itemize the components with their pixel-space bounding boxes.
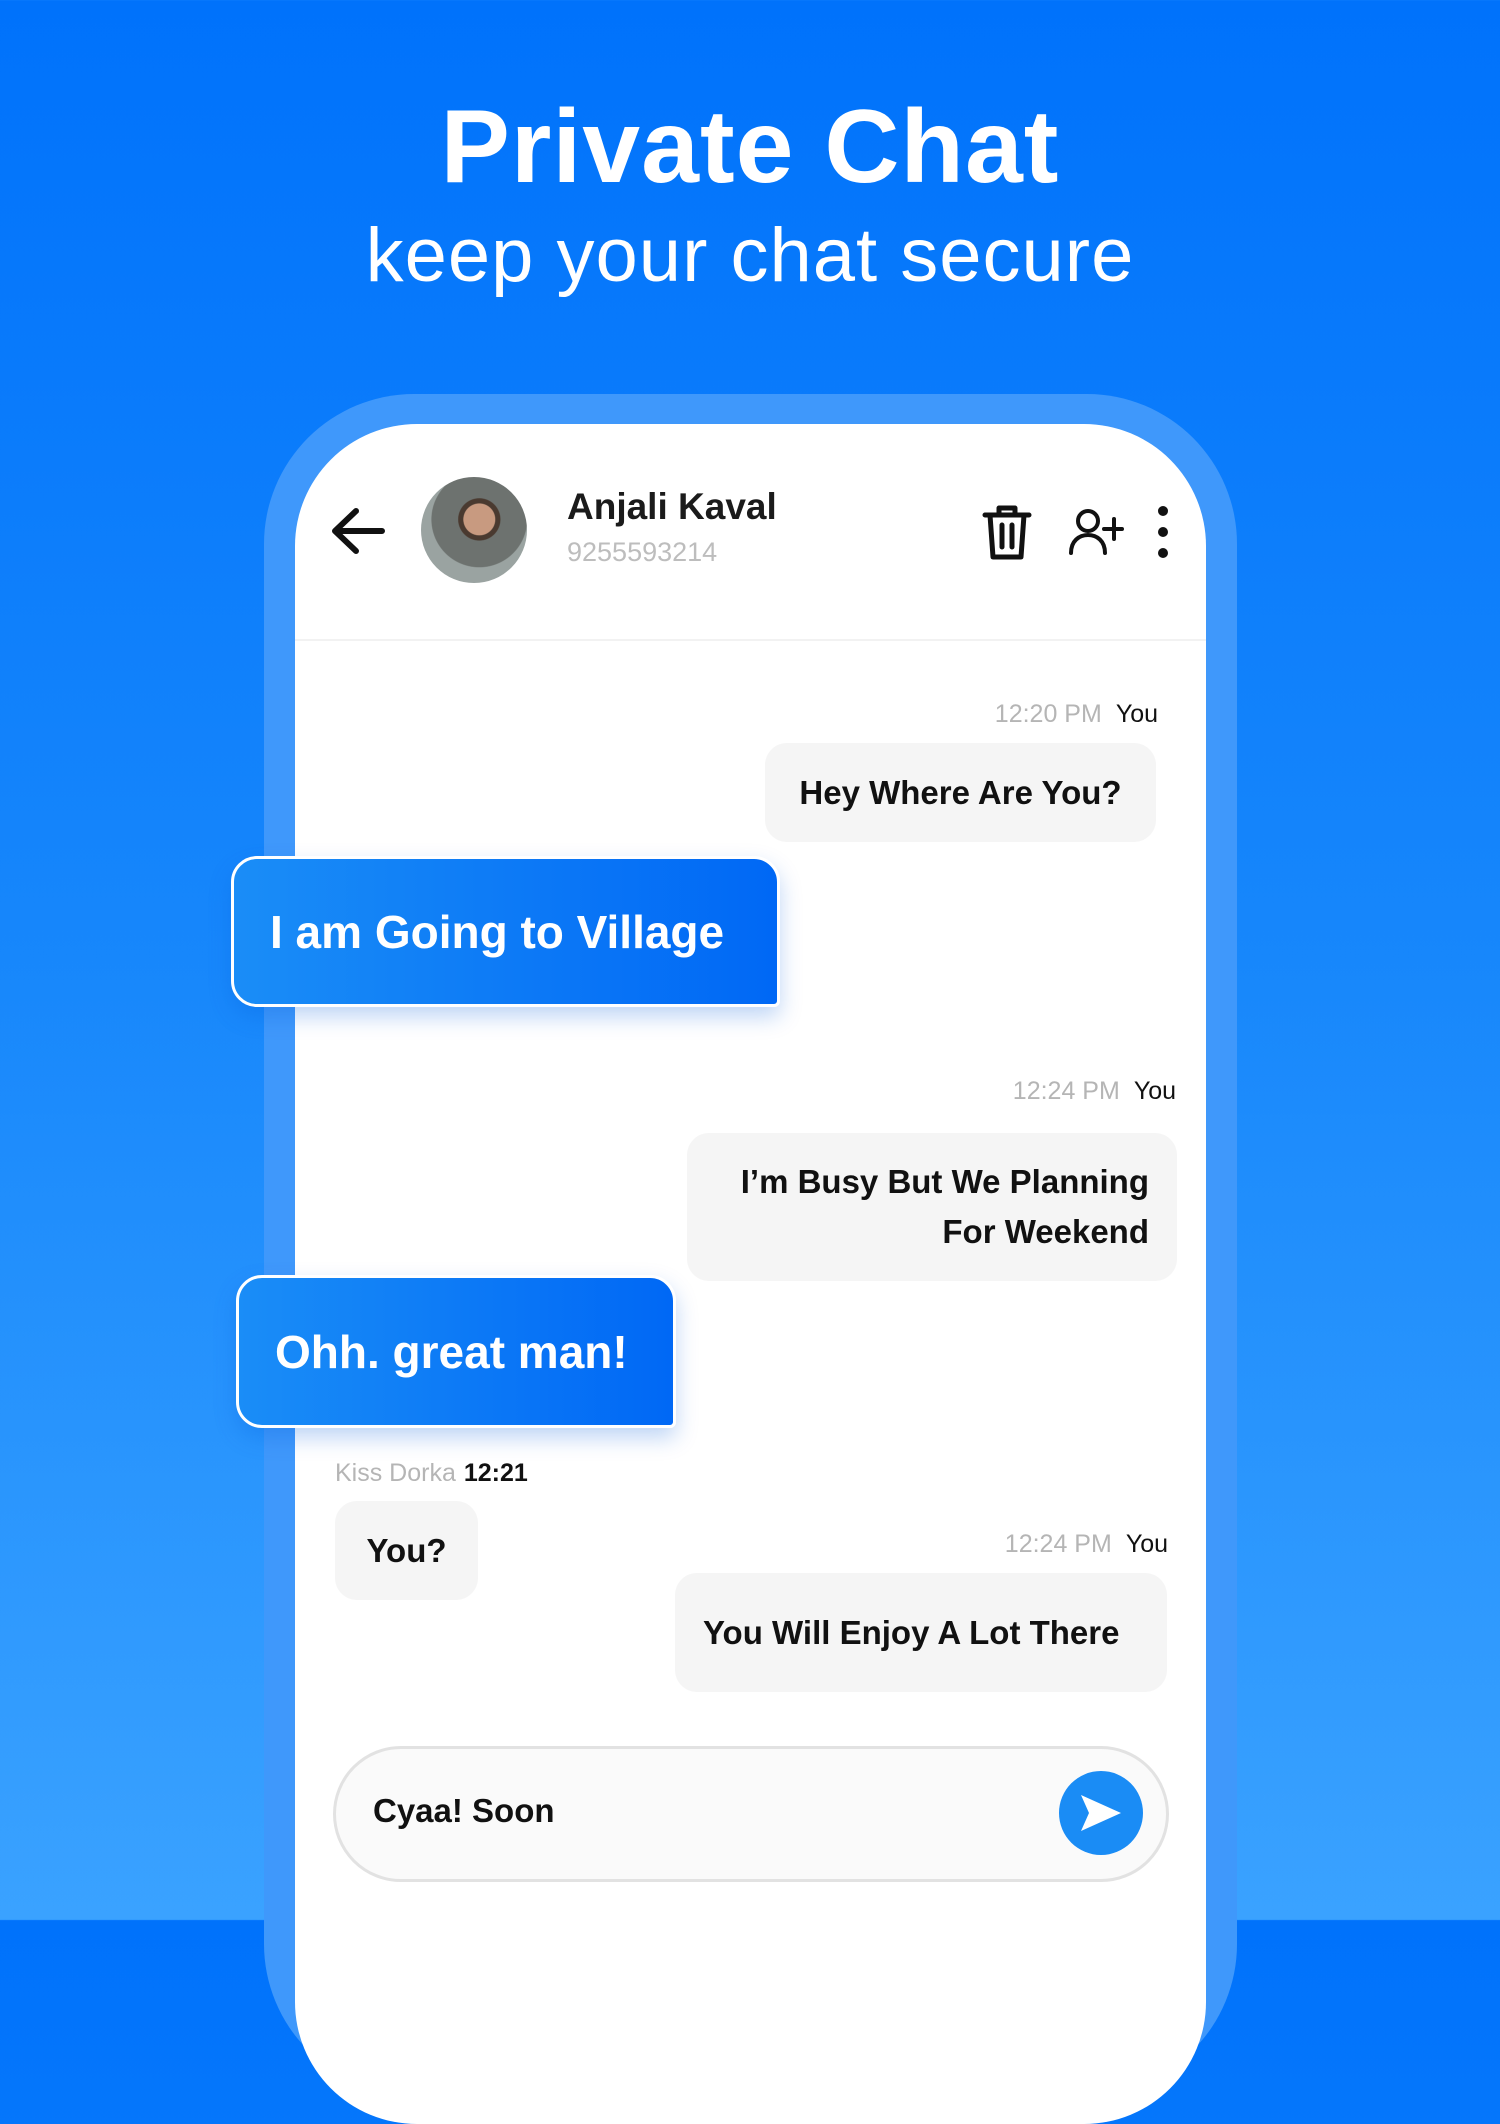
send-icon bbox=[1081, 1795, 1121, 1831]
highlighted-message-bubble: I am Going to Village bbox=[231, 856, 780, 1007]
add-user-icon[interactable] bbox=[1068, 507, 1124, 557]
contact-phone: 9255593214 bbox=[567, 537, 718, 567]
contact-name: Anjali Kaval bbox=[567, 486, 777, 527]
message-bubble: Hey Where Are You? bbox=[765, 743, 1156, 842]
avatar[interactable] bbox=[421, 477, 527, 583]
highlighted-message-bubble: Ohh. great man! bbox=[236, 1275, 676, 1428]
message-meta: 12:24 PM You bbox=[1004, 1530, 1168, 1558]
header-divider bbox=[295, 639, 1206, 641]
trash-icon[interactable] bbox=[980, 503, 1034, 561]
message-bubble: You? bbox=[335, 1501, 478, 1600]
message-bubble: I’m Busy But We Planning For Weekend bbox=[687, 1133, 1177, 1281]
message-input-value[interactable]: Cyaa! Soon bbox=[373, 1792, 555, 1830]
promo-title: Private Chat bbox=[440, 89, 1060, 205]
send-button[interactable] bbox=[1059, 1771, 1143, 1855]
message-meta: 12:24 PM You bbox=[1012, 1077, 1176, 1105]
more-vertical-icon[interactable] bbox=[1153, 505, 1173, 559]
message-meta: 12:20 PM You bbox=[994, 700, 1158, 728]
message-meta: Kiss Dorka 12:21 bbox=[335, 1459, 528, 1487]
message-bubble: You Will Enjoy A Lot There bbox=[675, 1573, 1167, 1692]
promo-subtitle: keep your chat secure bbox=[365, 213, 1135, 298]
back-arrow-icon[interactable] bbox=[330, 506, 386, 556]
